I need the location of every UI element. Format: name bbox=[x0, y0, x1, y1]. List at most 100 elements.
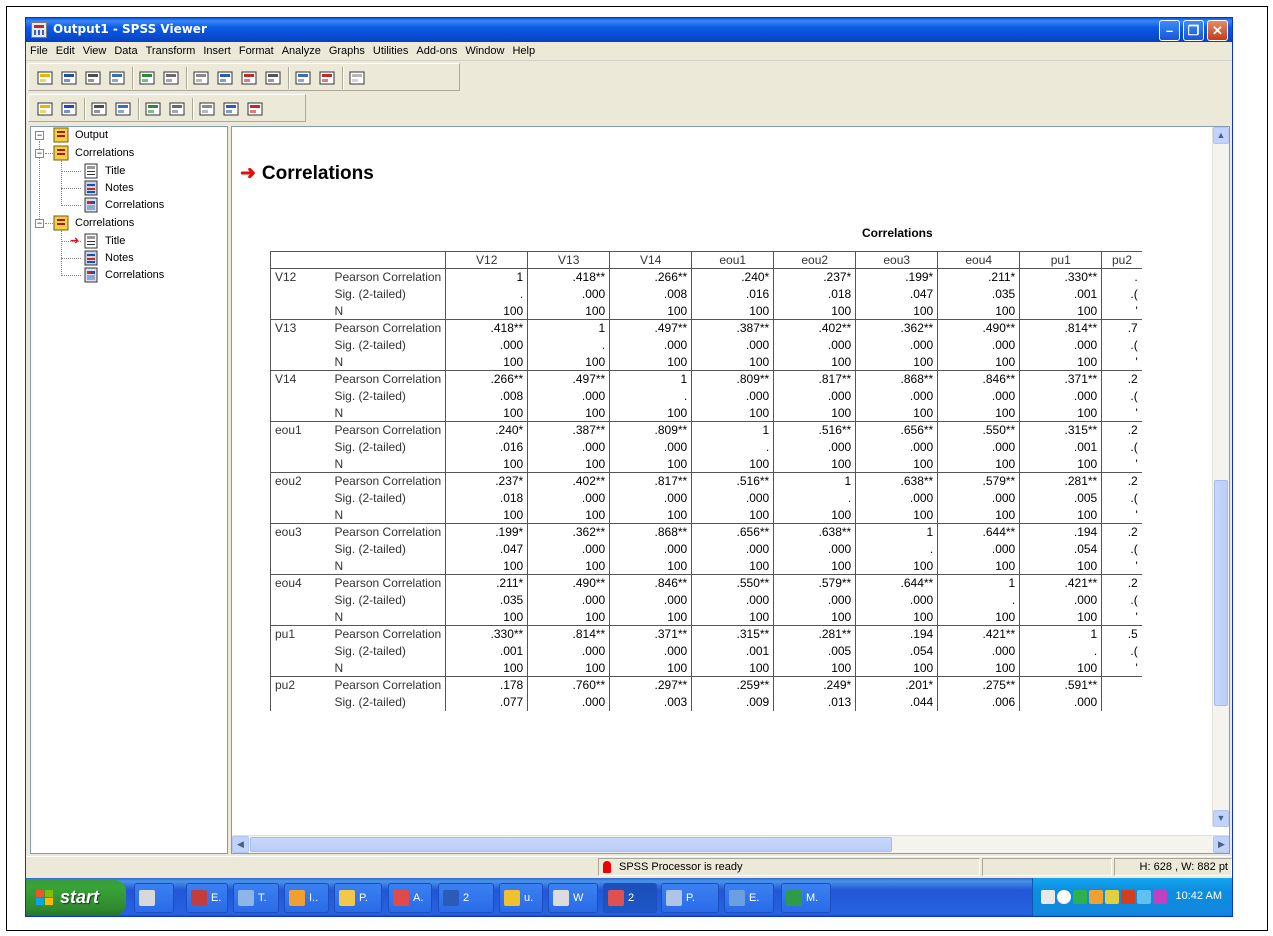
tree-item-correlations-group[interactable]: Correlations bbox=[53, 214, 223, 232]
minimize-button[interactable]: – bbox=[1159, 20, 1180, 41]
book-icon bbox=[53, 215, 69, 231]
menu-data[interactable]: Data bbox=[110, 42, 141, 57]
outline-pane[interactable]: − Output − Correlations Title Notes Correlatio… bbox=[30, 126, 228, 854]
insert-text-icon[interactable] bbox=[245, 99, 265, 119]
menu-file[interactable]: File bbox=[26, 42, 52, 57]
tray-icon-5[interactable] bbox=[1105, 890, 1119, 904]
clock[interactable]: 10:42 AM bbox=[1176, 890, 1222, 902]
open-icon[interactable] bbox=[35, 68, 55, 88]
scroll-left-icon[interactable]: ◀ bbox=[232, 836, 249, 853]
menu-utilities[interactable]: Utilities bbox=[369, 42, 412, 57]
taskbar-button[interactable]: E. bbox=[724, 883, 774, 913]
close-button[interactable]: ✕ bbox=[1207, 20, 1228, 41]
tree-item-title[interactable]: Title bbox=[83, 232, 253, 250]
output-heading[interactable]: ➜ Correlations bbox=[240, 162, 374, 185]
tray-icon-6[interactable] bbox=[1121, 890, 1135, 904]
dialog-recall-icon[interactable] bbox=[161, 68, 181, 88]
taskbar-button[interactable]: E. bbox=[186, 883, 228, 913]
run-icon[interactable] bbox=[347, 68, 367, 88]
insert-title-icon[interactable] bbox=[221, 99, 241, 119]
column-header-eou2: eou2 bbox=[773, 251, 856, 269]
tray-icon-4[interactable] bbox=[1089, 890, 1103, 904]
menu-addons[interactable]: Add-ons bbox=[412, 42, 461, 57]
hide-icon[interactable] bbox=[167, 99, 187, 119]
taskbar-button[interactable]: I.. bbox=[284, 883, 329, 913]
taskbar-button[interactable]: 2 bbox=[438, 883, 494, 913]
use-sets-icon[interactable] bbox=[263, 68, 283, 88]
output-pane[interactable]: ➜ Correlations Correlations V12 V13 V14 eou1… bbox=[231, 126, 1230, 854]
table-cell: . bbox=[1019, 642, 1102, 660]
tree-item-correlations-group[interactable]: Correlations bbox=[53, 144, 223, 162]
row-statistic-label: Pearson Correlation bbox=[330, 574, 446, 592]
collapse-icon[interactable]: − bbox=[35, 149, 44, 158]
taskbar-button[interactable]: M. bbox=[781, 883, 831, 913]
tree-item-correlations[interactable]: Correlations bbox=[83, 196, 253, 214]
tree-item-output[interactable]: Output bbox=[53, 126, 223, 144]
table-cell: .402** bbox=[773, 319, 856, 337]
tree-item-notes[interactable]: Notes bbox=[83, 249, 253, 267]
print-preview-icon[interactable] bbox=[107, 68, 127, 88]
menu-edit[interactable]: Edit bbox=[52, 42, 79, 57]
tray-icon-3[interactable] bbox=[1073, 890, 1087, 904]
vertical-scrollbar[interactable]: ▲ ▼ bbox=[1212, 127, 1229, 827]
menu-help[interactable]: Help bbox=[508, 42, 539, 57]
menu-window[interactable]: Window bbox=[461, 42, 508, 57]
tray-icon-1[interactable] bbox=[1041, 890, 1055, 904]
taskbar-button[interactable]: A. bbox=[388, 883, 432, 913]
table-cell: .7 bbox=[1101, 319, 1142, 337]
taskbar-button[interactable]: 2 bbox=[603, 883, 657, 913]
table-cell: 100 bbox=[691, 302, 774, 320]
taskbar-button[interactable]: u. bbox=[499, 883, 543, 913]
taskbar-app-icon bbox=[191, 890, 207, 906]
tree-item-title[interactable]: Title bbox=[83, 162, 253, 180]
variables-icon[interactable] bbox=[239, 68, 259, 88]
taskbar-button[interactable] bbox=[134, 883, 174, 913]
tree-item-correlations[interactable]: Correlations bbox=[83, 266, 253, 284]
scroll-down-icon[interactable]: ▼ bbox=[1213, 810, 1229, 827]
title-bar[interactable]: Output1 - SPSS Viewer – ❐ ✕ bbox=[26, 18, 1232, 42]
menu-graphs[interactable]: Graphs bbox=[325, 42, 369, 57]
start-button[interactable]: start bbox=[26, 880, 126, 916]
table-cell: 100 bbox=[937, 608, 1020, 626]
scroll-right-icon[interactable]: ▶ bbox=[1213, 836, 1229, 853]
vertical-scroll-thumb[interactable] bbox=[1214, 480, 1228, 706]
show-icon[interactable] bbox=[143, 99, 163, 119]
designate-window-icon[interactable] bbox=[317, 68, 337, 88]
show-all-variables-icon[interactable] bbox=[293, 68, 313, 88]
print-icon[interactable] bbox=[83, 68, 103, 88]
table-row: V13 Pearson Correlation .418** 1.497** .387*… bbox=[270, 319, 1142, 337]
menu-analyze[interactable]: Analyze bbox=[278, 42, 325, 57]
collapse-icon[interactable]: − bbox=[35, 131, 44, 140]
table-cell: .638** bbox=[773, 523, 856, 541]
tree-item-notes[interactable]: Notes bbox=[83, 179, 253, 197]
taskbar-button[interactable]: T. bbox=[233, 883, 279, 913]
table-cell: .237* bbox=[445, 472, 528, 490]
restore-button[interactable]: ❐ bbox=[1183, 20, 1204, 41]
tray-icon-2[interactable] bbox=[1057, 890, 1071, 904]
goto-data-icon[interactable] bbox=[215, 68, 235, 88]
taskbar-button[interactable]: P. bbox=[334, 883, 382, 913]
menu-insert[interactable]: Insert bbox=[199, 42, 235, 57]
insert-heading-icon[interactable] bbox=[197, 99, 217, 119]
correlations-table[interactable]: V12 V13 V14 eou1 eou2 eou3 eou4 pu1 pu2 V12 Pearso… bbox=[270, 251, 1142, 711]
save-icon[interactable] bbox=[59, 68, 79, 88]
table-cell: 100 bbox=[773, 557, 856, 575]
collapse-icon[interactable] bbox=[113, 99, 133, 119]
menu-transform[interactable]: Transform bbox=[142, 42, 200, 57]
tray-icon-7[interactable] bbox=[1137, 890, 1151, 904]
taskbar-button[interactable]: W bbox=[548, 883, 598, 913]
export-icon[interactable] bbox=[137, 68, 157, 88]
undo-icon[interactable] bbox=[191, 68, 211, 88]
horizontal-scrollbar[interactable]: ◀ ▶ bbox=[232, 835, 1229, 853]
horizontal-scroll-thumb[interactable] bbox=[250, 837, 892, 852]
tray-icon-8[interactable] bbox=[1153, 890, 1167, 904]
scroll-up-icon[interactable]: ▲ bbox=[1213, 127, 1229, 144]
promote-icon[interactable] bbox=[35, 99, 55, 119]
collapse-icon[interactable]: − bbox=[35, 219, 44, 228]
expand-icon[interactable] bbox=[89, 99, 109, 119]
menu-format[interactable]: Format bbox=[235, 42, 278, 57]
tree-label: Notes bbox=[105, 252, 134, 264]
taskbar-button[interactable]: P. bbox=[661, 883, 719, 913]
menu-view[interactable]: View bbox=[79, 42, 111, 57]
demote-icon[interactable] bbox=[59, 99, 79, 119]
